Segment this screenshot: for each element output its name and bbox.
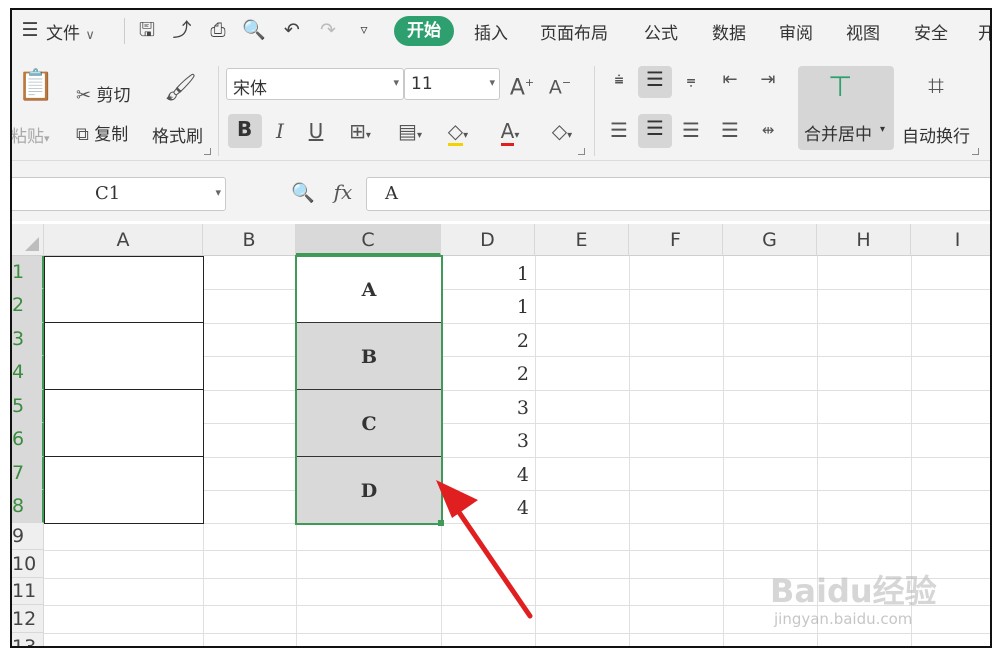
annotation-arrow xyxy=(436,480,533,619)
watermark-url: jingyan.baidu.com xyxy=(774,610,913,628)
watermark-brand: Baidu经验 xyxy=(770,572,937,610)
spreadsheet-window: ☰ 文件 ∨ 🖫 ⤴ ⎙ 🔍 ↶ ↷ ▿ 开始 插入 页面布局 公式 数据 审阅… xyxy=(10,8,992,648)
